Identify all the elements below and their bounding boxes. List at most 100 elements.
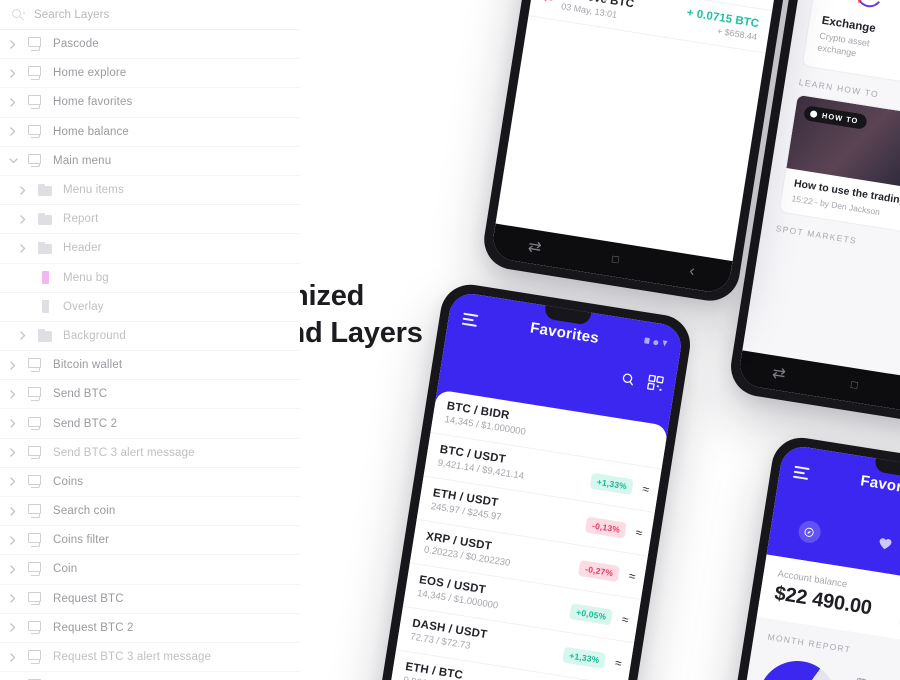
chevron-right-icon[interactable]: [5, 124, 21, 140]
chevron-right-icon[interactable]: [5, 416, 21, 432]
layer-row[interactable]: Coins filter: [0, 526, 300, 556]
chevron-right-icon[interactable]: [15, 182, 31, 198]
transaction-row[interactable]: Recieve BTC03 May, 13:01+ 0.0715 BTC+ $6…: [528, 0, 773, 54]
heart-icon[interactable]: [873, 531, 898, 556]
artboard-icon: [27, 416, 44, 431]
chevron-right-icon[interactable]: [5, 503, 21, 519]
layer-row[interactable]: Home balance: [0, 118, 300, 147]
transaction-list: Send BTC11 July, 17:05- 0.043010 BTC- $3…: [528, 0, 805, 54]
chevron-right-icon[interactable]: [5, 386, 21, 402]
artboard-icon: [27, 533, 44, 548]
howto-badge-label: HOW TO: [821, 111, 859, 126]
layer-row[interactable]: Header: [0, 234, 300, 264]
compass-icon[interactable]: [796, 519, 822, 545]
layer-row[interactable]: Background: [0, 322, 300, 352]
layer-row[interactable]: Report: [0, 205, 300, 235]
layer-row[interactable]: Coin: [0, 555, 300, 585]
month-selector[interactable]: December: [855, 676, 900, 680]
layer-row[interactable]: Bitcoin wallet: [0, 351, 300, 381]
favorites-actions: [619, 370, 664, 396]
chevron-right-icon[interactable]: [5, 532, 21, 548]
layer-row[interactable]: Request BTC 3 alert message: [0, 643, 300, 673]
layer-row[interactable]: BTC Address: [0, 672, 300, 680]
layer-name: Request BTC 3 alert message: [53, 651, 212, 664]
artboard-icon: [27, 37, 44, 52]
folder-icon: [37, 328, 54, 343]
home-icon[interactable]: □: [611, 253, 619, 266]
menu-icon[interactable]: [792, 465, 810, 483]
qr-code-icon[interactable]: [646, 374, 664, 396]
layer-list: Pascode Home explore Home favorites Home ba…: [0, 30, 300, 680]
drag-handle-icon[interactable]: ≈: [628, 568, 636, 583]
chevron-right-icon[interactable]: [5, 474, 21, 490]
layer-row[interactable]: Main menu: [0, 147, 300, 176]
back-icon[interactable]: ‹: [688, 263, 696, 282]
layer-row[interactable]: Send BTC: [0, 380, 300, 410]
layers-search-row[interactable]: [0, 0, 300, 30]
layer-row[interactable]: Menu items: [0, 176, 300, 206]
artboard-icon: [27, 387, 44, 402]
layer-row[interactable]: Overlay: [0, 293, 300, 322]
chevron-right-icon[interactable]: [15, 240, 31, 256]
drag-handle-icon[interactable]: ≈: [635, 525, 643, 540]
howto-badge: HOW TO: [803, 105, 868, 131]
search-icon: [12, 8, 26, 22]
recents-icon[interactable]: ⇄: [771, 362, 787, 384]
drag-handle-icon[interactable]: ≈: [642, 481, 650, 496]
artboard-icon: [27, 650, 44, 665]
chevron-right-icon[interactable]: [5, 649, 21, 665]
artboard-icon: [27, 445, 44, 460]
chevron-right-icon[interactable]: [5, 36, 21, 52]
layer-name: Coins filter: [53, 534, 110, 547]
artboard-icon: [27, 562, 44, 577]
layer-name: Coin: [53, 563, 78, 576]
layer-row[interactable]: Request BTC: [0, 585, 300, 614]
android-navbar: ⇄ □ ‹: [490, 223, 733, 295]
chevron-right-icon[interactable]: [5, 620, 21, 636]
layer-row[interactable]: Home explore: [0, 59, 300, 89]
chevron-right-icon[interactable]: [5, 591, 21, 607]
chevron-right-icon[interactable]: [15, 211, 31, 227]
layer-name: Send BTC 3 alert message: [53, 446, 195, 459]
chevron-right-icon[interactable]: [5, 445, 21, 461]
search-icon[interactable]: [620, 371, 637, 392]
search-input[interactable]: [34, 8, 234, 21]
phone-mockup-balance: Favorites Account balance $22 490.00 MON…: [698, 433, 900, 680]
layer-name: Home balance: [53, 125, 129, 138]
artboard-icon: [27, 620, 44, 635]
bitcoin-exchange-icon: B: [850, 0, 889, 14]
layer-row[interactable]: Home favorites: [0, 88, 300, 118]
svg-text:B: B: [864, 0, 875, 4]
layer-row[interactable]: Search coin: [0, 497, 300, 527]
layer-name: Menu bg: [63, 271, 109, 284]
chevron-right-icon[interactable]: [5, 65, 21, 81]
layer-row[interactable]: Pascode: [0, 30, 300, 60]
drag-handle-icon[interactable]: ≈: [614, 655, 622, 670]
layers-panel: Pascode Home explore Home favorites Home ba…: [0, 0, 300, 680]
layer-name: Send BTC 2: [53, 417, 118, 430]
layer-row[interactable]: Send BTC 3 alert message: [0, 439, 300, 468]
chevron-down-icon[interactable]: [5, 153, 21, 169]
change-badge: -0,13%: [585, 516, 628, 539]
artboard-icon: [27, 358, 44, 373]
layer-row[interactable]: Coins: [0, 468, 300, 497]
calendar-icon: [856, 677, 867, 680]
chevron-right-icon[interactable]: [15, 328, 31, 344]
rectangle-layer-icon: [37, 270, 54, 285]
layer-row[interactable]: Send BTC 2: [0, 409, 300, 439]
chevron-right-icon[interactable]: [5, 94, 21, 110]
drag-handle-icon[interactable]: ≈: [621, 612, 629, 627]
recents-icon[interactable]: ⇄: [527, 236, 543, 258]
artboard-icon: [27, 124, 44, 139]
home-icon[interactable]: □: [850, 379, 858, 392]
layer-name: Bitcoin wallet: [53, 359, 123, 372]
rectangle-layer-icon: [37, 299, 54, 314]
layer-name: Coins: [53, 475, 84, 488]
layer-row[interactable]: Menu bg: [0, 264, 300, 293]
layer-row[interactable]: Request BTC 2: [0, 614, 300, 643]
chevron-right-icon[interactable]: [5, 561, 21, 577]
chevron-right-icon[interactable]: [5, 357, 21, 373]
layer-name: Menu items: [63, 184, 124, 197]
layer-name: Report: [63, 213, 99, 226]
month-report-donut: [752, 655, 842, 680]
